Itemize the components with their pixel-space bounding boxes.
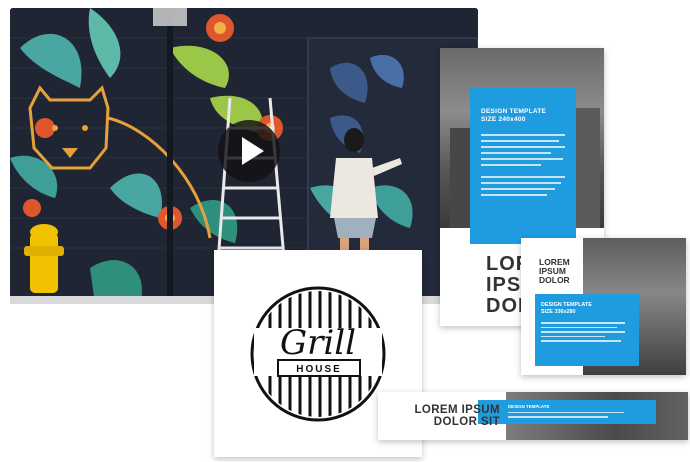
play-icon xyxy=(242,137,264,165)
template-size: SIZE 240x400 xyxy=(481,116,526,123)
banner-info-box: DESIGN TEMPLATE xyxy=(478,400,656,424)
template-title: DESIGN TEMPLATE xyxy=(481,108,547,115)
logo-script-text: Grill xyxy=(280,323,356,363)
small-template-info-box: DESIGN TEMPLATE SIZE 336x280 xyxy=(535,294,639,366)
template-info-box: DESIGN TEMPLATE SIZE 240x400 xyxy=(470,88,576,244)
banner-headline: LOREM IPSUM DOLOR SIT xyxy=(388,404,500,428)
banner-template: DESIGN TEMPLATE LOREM IPSUM DOLOR SIT xyxy=(378,392,688,440)
banner-line-1: LOREM IPSUM xyxy=(414,404,500,416)
banner-line-2: DOLOR SIT xyxy=(433,416,500,428)
banner-template-title: DESIGN TEMPLATE xyxy=(508,404,550,409)
play-button[interactable] xyxy=(218,120,280,182)
small-headline-line-3: DOLOR xyxy=(539,275,570,285)
logo-caps-text: HOUSE xyxy=(296,364,342,375)
flyer-template-336x280: LOREM IPSUM DOLOR DESIGN TEMPLATE SIZE 3… xyxy=(521,238,686,375)
small-flyer-headline: LOREM IPSUM DOLOR xyxy=(539,258,570,285)
